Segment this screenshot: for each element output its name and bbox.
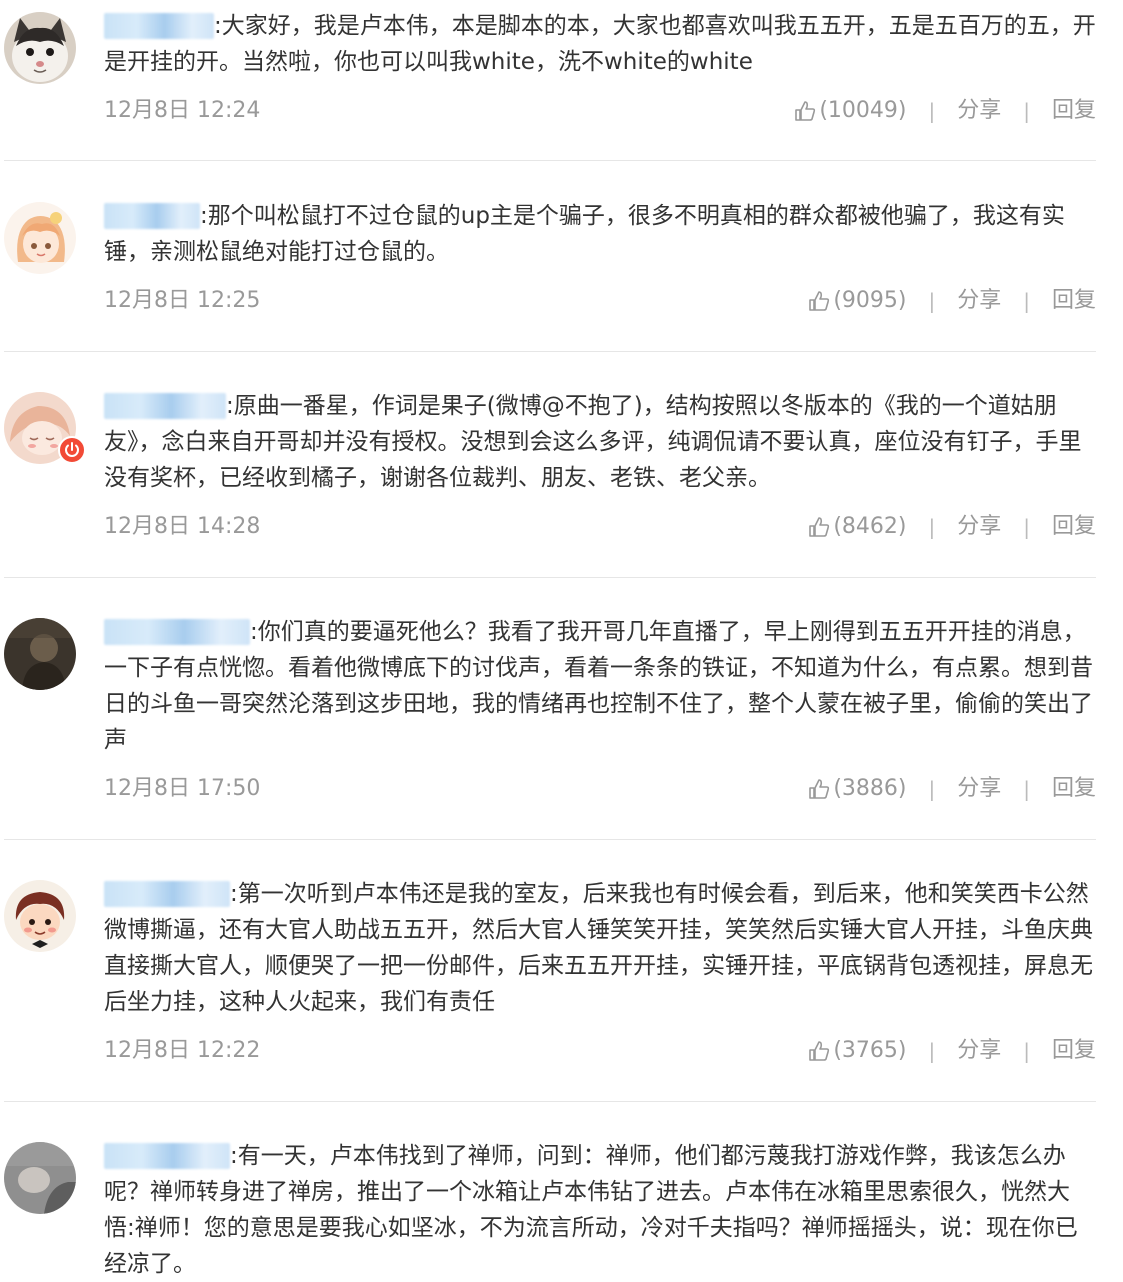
like-count: (9095) [833,288,907,313]
separator: | [928,515,936,539]
like-count: (8462) [833,514,907,539]
comment-time: 12月8日 12:24 [104,98,261,123]
share-link[interactable]: 分享 [957,1036,1001,1066]
reply-link[interactable]: 回复 [1052,512,1096,542]
comment-time: 12月8日 17:50 [104,776,261,801]
separator: | [928,289,936,313]
like-button[interactable]: (10049) [793,96,906,126]
thumbs-up-icon [807,289,831,313]
thumbs-up-icon [807,777,831,801]
comment-divider [4,160,1096,161]
cartoon-boy-avatar[interactable] [4,880,76,952]
comment-meta: 12月8日 17:50 (3886) | 分享 | 回复 [104,774,1096,804]
comment-text: :原曲一番星，作词是果子(微博@不抱了)，结构按照以冬版本的《我的一个道姑朋友》… [104,393,1082,491]
comment-meta: 12月8日 12:22 (3765) | 分享 | 回复 [104,1036,1096,1066]
anime-girl-avatar[interactable] [4,202,76,274]
comment-actions: (3886) | 分享 | 回复 [807,774,1096,804]
share-link[interactable]: 分享 [957,96,1001,126]
separator: | [1023,99,1030,123]
separator: | [1023,1039,1030,1063]
comment-body: 那个叫松鼠打不过仓鼠的up主是个骗子，很多不明真相的群众都被他骗了，我这有实锤，… [104,203,1065,265]
comment-text: :你们真的要逼死他么？我看了我开哥几年直播了，早上刚得到五五开开挂的消息，一下子… [104,619,1093,753]
comment-divider [4,577,1096,578]
share-link[interactable]: 分享 [957,774,1001,804]
live-badge [58,436,86,464]
comment-body: 有一天，卢本伟找到了禅师，问到：禅师，他们都污蔑我打游戏作弊，我该怎么办呢？禅师… [104,1143,1078,1277]
username-blurred[interactable] [104,13,214,39]
like-button[interactable]: (9095) [807,286,906,316]
reply-link[interactable]: 回复 [1052,286,1096,316]
comment-body: 大家好，我是卢本伟，本是脚本的本，大家也都喜欢叫我五五开，五是五百万的五，开是开… [104,13,1096,75]
comment-actions: (8462) | 分享 | 回复 [807,512,1096,542]
username-blurred[interactable] [104,1143,230,1169]
comment-body: 第一次听到卢本伟还是我的室友，后来我也有时候会看，到后来，他和笑笑西卡公然微博撕… [104,881,1093,1015]
like-count: (10049) [819,98,907,123]
like-button[interactable]: (3886) [807,774,906,804]
thumbs-up-icon [807,515,831,539]
comment-meta: 12月8日 12:24 (10049) | 分享 | 回复 [104,96,1096,126]
thumbs-up-icon [793,99,817,123]
comment-time: 12月8日 14:28 [104,514,261,539]
dark-photo-avatar[interactable] [4,618,76,690]
separator: | [928,99,936,123]
username-blurred[interactable] [104,203,200,229]
share-link[interactable]: 分享 [957,286,1001,316]
comment-actions: (3765) | 分享 | 回复 [807,1036,1096,1066]
separator: | [1023,289,1030,313]
comment-body: 原曲一番星，作词是果子(微博@不抱了)，结构按照以冬版本的《我的一个道姑朋友》，… [104,393,1082,491]
reply-link[interactable]: 回复 [1052,774,1096,804]
username-blurred[interactable] [104,619,250,645]
comment-actions: (9095) | 分享 | 回复 [807,286,1096,316]
comment-actions: (10049) | 分享 | 回复 [793,96,1096,126]
thumbs-up-icon [807,1039,831,1063]
gray-photo-avatar[interactable] [4,1142,76,1214]
reply-link[interactable]: 回复 [1052,96,1096,126]
separator: | [1023,515,1030,539]
cat-avatar[interactable] [4,12,76,84]
share-link[interactable]: 分享 [957,512,1001,542]
like-button[interactable]: (8462) [807,512,906,542]
comment-time: 12月8日 12:22 [104,1038,261,1063]
comment-divider [4,1101,1096,1102]
comment-text: :有一天，卢本伟找到了禅师，问到：禅师，他们都污蔑我打游戏作弊，我该怎么办呢？禅… [104,1143,1078,1277]
comment-text: :那个叫松鼠打不过仓鼠的up主是个骗子，很多不明真相的群众都被他骗了，我这有实锤… [104,203,1065,265]
username-blurred[interactable] [104,393,226,419]
reply-link[interactable]: 回复 [1052,1036,1096,1066]
like-button[interactable]: (3765) [807,1036,906,1066]
comment-meta: 12月8日 12:25 (9095) | 分享 | 回复 [104,286,1096,316]
comment-time: 12月8日 12:25 [104,288,261,313]
like-count: (3886) [833,776,907,801]
comment-divider [4,351,1096,352]
power-icon [65,442,79,457]
separator: | [928,777,936,801]
separator: | [928,1039,936,1063]
username-blurred[interactable] [104,881,230,907]
comment-divider [4,839,1096,840]
comment-meta: 12月8日 14:28 (8462) | 分享 | 回复 [104,512,1096,542]
separator: | [1023,777,1030,801]
comment-text: :第一次听到卢本伟还是我的室友，后来我也有时候会看，到后来，他和笑笑西卡公然微博… [104,881,1093,1015]
comment-text: :大家好，我是卢本伟，本是脚本的本，大家也都喜欢叫我五五开，五是五百万的五，开是… [104,13,1096,75]
like-count: (3765) [833,1038,907,1063]
